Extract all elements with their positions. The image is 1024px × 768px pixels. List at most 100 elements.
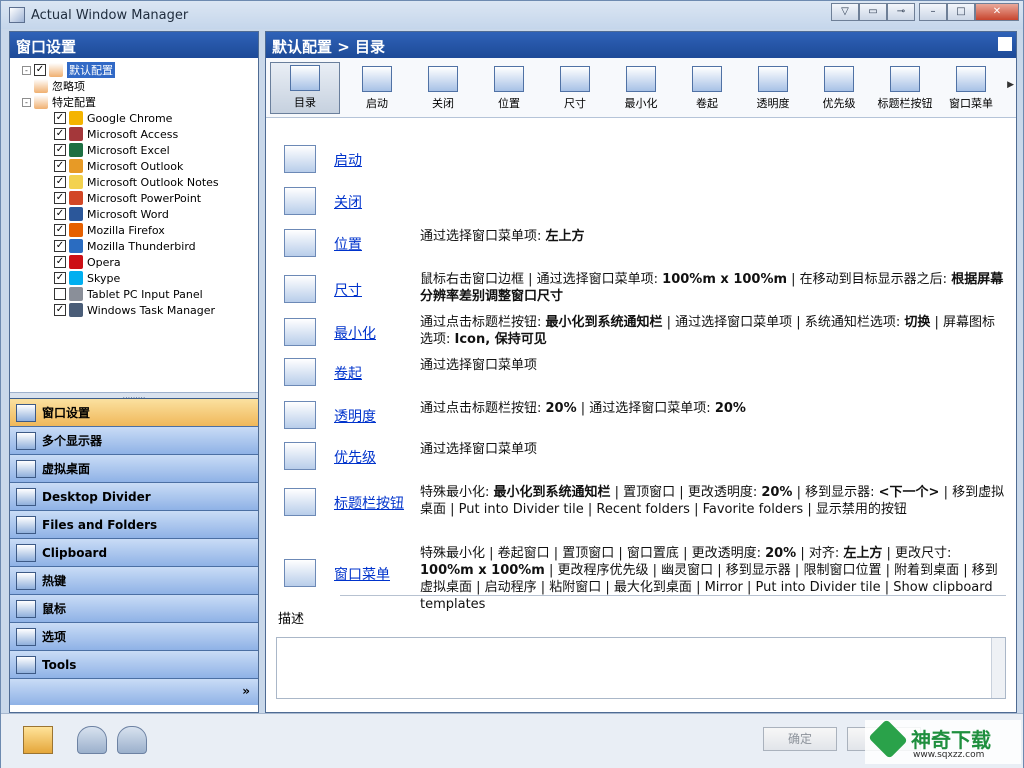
pin-button[interactable]: ⊸ — [887, 3, 915, 21]
restore-icon[interactable] — [998, 37, 1012, 51]
tree-item[interactable]: ✓ Mozilla Firefox — [10, 222, 258, 238]
tree-item-label: Microsoft Excel — [87, 143, 170, 157]
tree-expander-icon[interactable]: - — [22, 65, 31, 75]
tree-expander-icon[interactable]: - — [22, 97, 31, 107]
toolbar-button[interactable]: 卷起 — [674, 62, 740, 114]
tree-checkbox[interactable]: ✓ — [34, 64, 46, 76]
maximize-button[interactable]: □ — [947, 3, 975, 21]
feature-link[interactable]: 卷起 — [334, 363, 362, 383]
feature-row: 优先级 通过选择窗口菜单项 — [276, 441, 1006, 471]
tree-checkbox[interactable] — [54, 288, 66, 300]
toolbar-button[interactable]: 透明度 — [740, 62, 806, 114]
folders-icon — [16, 515, 36, 534]
nav-item-label: Clipboard — [42, 545, 108, 560]
toolbar-button[interactable]: 目录 — [270, 61, 340, 114]
feature-link[interactable]: 窗口菜单 — [334, 564, 390, 584]
nav-item[interactable]: 窗口设置 — [10, 399, 258, 427]
roll-up-button[interactable]: ▽ — [831, 3, 859, 21]
feature-link[interactable]: 透明度 — [334, 406, 376, 426]
toolbar-button[interactable]: 标题栏按钮 — [872, 62, 938, 114]
tree-checkbox[interactable]: ✓ — [54, 144, 66, 156]
nav-item[interactable]: Clipboard — [10, 539, 258, 567]
toolbar-button[interactable]: 最小化 — [608, 62, 674, 114]
ok-button[interactable]: 确定 — [763, 727, 837, 751]
toolbar-scroll-right-icon[interactable]: ▶ — [1007, 80, 1014, 90]
tree-checkbox[interactable]: ✓ — [54, 176, 66, 188]
feature-link[interactable]: 优先级 — [334, 447, 376, 467]
app-icon — [69, 143, 83, 157]
toolbar-button-label: 窗口菜单 — [949, 96, 993, 110]
titlebar-buttons-icon — [284, 488, 316, 516]
feature-link[interactable]: 最小化 — [334, 323, 376, 343]
tree-item-label: Tablet PC Input Panel — [87, 287, 203, 301]
tree-item[interactable]: ✓ Microsoft Word — [10, 206, 258, 222]
toolbar-button-label: 目录 — [294, 95, 316, 109]
tree-checkbox[interactable]: ✓ — [54, 208, 66, 220]
tree-item[interactable]: Tablet PC Input Panel — [10, 286, 258, 302]
feature-description: 通过选择窗口菜单项: 左上方 — [420, 229, 585, 244]
nav-item[interactable]: Files and Folders — [10, 511, 258, 539]
description-scrollbar[interactable] — [991, 638, 1005, 698]
nav-item[interactable]: Tools — [10, 651, 258, 679]
nav-item[interactable]: 选项 — [10, 623, 258, 651]
position-icon — [284, 229, 316, 257]
nav-item[interactable]: 虚拟桌面 — [10, 455, 258, 483]
tree-item[interactable]: ✓ Microsoft Excel — [10, 142, 258, 158]
toolbar-button[interactable]: 尺寸 — [542, 62, 608, 114]
toolbar-button[interactable]: 关闭 — [410, 62, 476, 114]
feature-description: 通过选择窗口菜单项 — [420, 442, 538, 457]
tree-item[interactable]: ✓ Microsoft Outlook — [10, 158, 258, 174]
app-icon — [69, 207, 83, 221]
tree-checkbox[interactable]: ✓ — [54, 192, 66, 204]
tree-item[interactable]: ✓ Microsoft PowerPoint — [10, 190, 258, 206]
nav-item[interactable]: 鼠标 — [10, 595, 258, 623]
tree-item[interactable]: ✓ Microsoft Access — [10, 126, 258, 142]
tree-item-label: Mozilla Thunderbird — [87, 239, 196, 253]
feature-row: 透明度 通过点击标题栏按钮: 20% | 通过选择窗口菜单项: 20% — [276, 400, 1006, 430]
tree-item[interactable]: ✓ Mozilla Thunderbird — [10, 238, 258, 254]
redo-icon[interactable] — [117, 726, 147, 754]
nav-item[interactable]: 多个显示器 — [10, 427, 258, 455]
tree-item[interactable]: ✓ Skype — [10, 270, 258, 286]
minimize-button[interactable]: – — [919, 3, 947, 21]
close-button[interactable]: ✕ — [975, 3, 1019, 21]
toolbar-button-label: 最小化 — [624, 96, 658, 110]
feature-link[interactable]: 启动 — [334, 150, 362, 170]
tree-checkbox[interactable]: ✓ — [54, 128, 66, 140]
tree-item[interactable]: - ✓ 默认配置 — [10, 62, 258, 78]
toolbar-button[interactable]: 优先级 — [806, 62, 872, 114]
nav-item[interactable]: Desktop Divider — [10, 483, 258, 511]
tree-checkbox[interactable]: ✓ — [54, 160, 66, 172]
tree-item[interactable]: ✓ Windows Task Manager — [10, 302, 258, 318]
tree-item[interactable]: - 特定配置 — [10, 94, 258, 110]
toolbar-button[interactable]: 窗口菜单 — [938, 62, 1004, 114]
tree-checkbox[interactable]: ✓ — [54, 224, 66, 236]
help-icon[interactable] — [23, 726, 53, 754]
nav-item[interactable]: 热键 — [10, 567, 258, 595]
tree-item-label: Skype — [87, 271, 121, 285]
clipboard-icon — [16, 543, 36, 562]
feature-row: 位置 通过选择窗口菜单项: 左上方 — [276, 228, 1006, 258]
tray-button[interactable]: ▭ — [859, 3, 887, 21]
tree-checkbox[interactable]: ✓ — [54, 256, 66, 268]
app-icon — [34, 95, 48, 109]
tree-item[interactable]: ✓ Google Chrome — [10, 110, 258, 126]
tree-checkbox[interactable]: ✓ — [54, 112, 66, 124]
feature-link[interactable]: 尺寸 — [334, 280, 362, 300]
feature-link[interactable]: 关闭 — [334, 192, 362, 212]
app-icon — [69, 159, 83, 173]
feature-toolbar: 目录 启动 关闭 位置 尺寸 最小化 卷起 透明度 优先级 标题栏按钮 窗口菜单 ▶ — [266, 58, 1016, 118]
tree-checkbox[interactable]: ✓ — [54, 240, 66, 252]
tree-item[interactable]: ✓ Microsoft Outlook Notes — [10, 174, 258, 190]
nav-more-button[interactable]: » — [10, 679, 258, 705]
toolbar-button[interactable]: 启动 — [344, 62, 410, 114]
toolbar-button[interactable]: 位置 — [476, 62, 542, 114]
undo-icon[interactable] — [77, 726, 107, 754]
feature-link[interactable]: 位置 — [334, 234, 362, 254]
priority-icon — [824, 65, 854, 92]
tree-checkbox[interactable]: ✓ — [54, 304, 66, 316]
tree-item[interactable]: 忽略项 — [10, 78, 258, 94]
feature-link[interactable]: 标题栏按钮 — [334, 493, 404, 513]
tree-item[interactable]: ✓ Opera — [10, 254, 258, 270]
tree-checkbox[interactable]: ✓ — [54, 272, 66, 284]
